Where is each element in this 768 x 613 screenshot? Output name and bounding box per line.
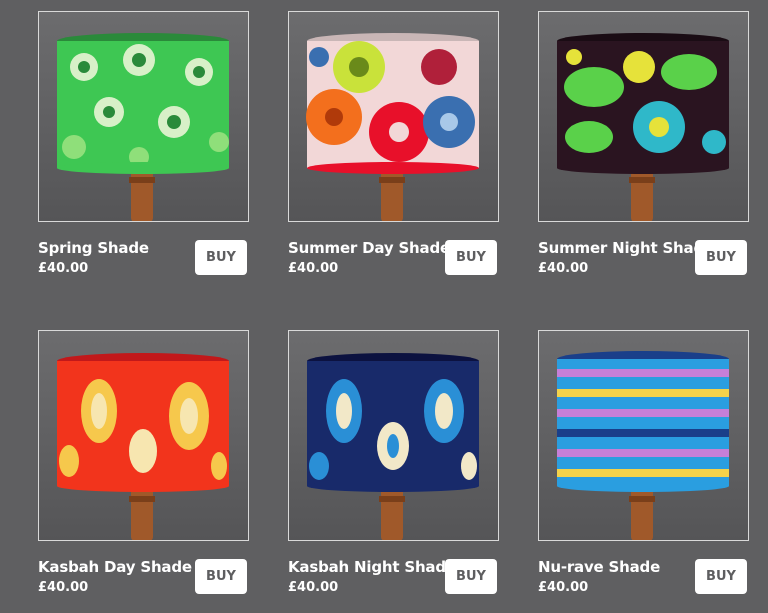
product-image[interactable] (538, 330, 749, 541)
lampshade-image (539, 12, 748, 221)
product-card: Summer Night Shade £40.00 BUY (538, 11, 749, 276)
product-title[interactable]: Summer Night Shade (538, 239, 714, 257)
buy-button[interactable]: BUY (445, 559, 497, 594)
product-image[interactable] (288, 11, 499, 222)
buy-button[interactable]: BUY (695, 559, 747, 594)
product-price: £40.00 (288, 261, 339, 276)
lampshade-image (539, 331, 748, 540)
product-title[interactable]: Summer Day Shade (288, 239, 450, 257)
lampshade-image (289, 12, 498, 221)
product-card: Kasbah Night Shade £40.00 BUY (288, 330, 499, 595)
product-title[interactable]: Kasbah Day Shade (38, 558, 192, 576)
product-image[interactable] (38, 11, 249, 222)
buy-button[interactable]: BUY (195, 559, 247, 594)
product-grid: Spring Shade £40.00 BUY Summer Day Shade… (0, 0, 768, 613)
buy-button[interactable]: BUY (695, 240, 747, 275)
product-image[interactable] (288, 330, 499, 541)
product-card: Nu-rave Shade £40.00 BUY (538, 330, 749, 595)
lampshade-image (289, 331, 498, 540)
product-card: Spring Shade £40.00 BUY (38, 11, 249, 276)
product-price: £40.00 (288, 580, 339, 595)
buy-button[interactable]: BUY (195, 240, 247, 275)
product-title[interactable]: Nu-rave Shade (538, 558, 660, 576)
product-card: Kasbah Day Shade £40.00 BUY (38, 330, 249, 595)
product-image[interactable] (38, 330, 249, 541)
product-price: £40.00 (538, 261, 589, 276)
product-title[interactable]: Spring Shade (38, 239, 149, 257)
product-image[interactable] (538, 11, 749, 222)
lampshade-image (39, 12, 248, 221)
product-price: £40.00 (38, 580, 89, 595)
lampshade-image (39, 331, 248, 540)
product-price: £40.00 (38, 261, 89, 276)
buy-button[interactable]: BUY (445, 240, 497, 275)
product-price: £40.00 (538, 580, 589, 595)
product-title[interactable]: Kasbah Night Shade (288, 558, 456, 576)
product-card: Summer Day Shade £40.00 BUY (288, 11, 499, 276)
